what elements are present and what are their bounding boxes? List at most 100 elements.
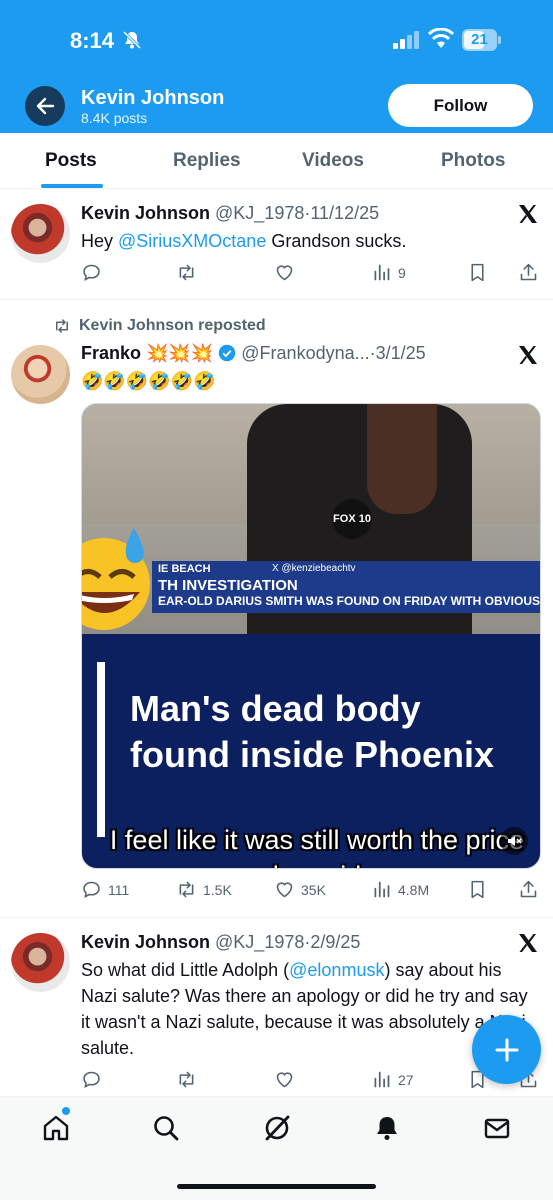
tab-photos[interactable]: Photos (441, 150, 505, 172)
tweet-date[interactable]: 3/1/25 (376, 343, 426, 363)
views-button[interactable]: 9 (371, 262, 406, 283)
share-button[interactable] (518, 262, 545, 283)
bell-icon[interactable] (372, 1113, 402, 1143)
repost-button[interactable] (176, 262, 203, 283)
tweet-video[interactable]: FOX 10 IE BEACH X @kenziebeachtv TH INVE… (81, 403, 541, 869)
view-count: 9 (398, 264, 406, 281)
reply-icon (83, 1071, 100, 1088)
tab-replies[interactable]: Replies (173, 150, 241, 172)
mention-link[interactable]: @SiriusXMOctane (118, 231, 266, 251)
tweet-text: 🤣🤣🤣🤣🤣🤣 (81, 371, 216, 391)
headline-panel: Man's dead body found inside Phoenix I f… (82, 634, 540, 868)
share-button[interactable] (518, 879, 545, 900)
arrow-left-icon (36, 97, 55, 115)
home-icon[interactable] (41, 1113, 71, 1143)
bookmark-button[interactable] (467, 879, 494, 900)
author-name[interactable]: Franko 💥💥💥 (81, 343, 213, 363)
avatar[interactable] (11, 345, 70, 404)
tweet[interactable]: Kevin Johnson @KJ_1978·2/9/25 So what di… (0, 919, 553, 1099)
share-icon (520, 880, 537, 898)
news-lower-third: IE BEACH X @kenziebeachtv TH INVESTIGATI… (152, 561, 541, 613)
avatar[interactable] (11, 933, 70, 992)
mention-link[interactable]: @elonmusk (289, 960, 384, 980)
tweet-date[interactable]: 2/9/25 (310, 932, 360, 952)
banner-title: TH INVESTIGATION (158, 577, 298, 594)
views-button[interactable]: 27 (371, 1069, 414, 1090)
speaker-muted-icon (508, 836, 522, 846)
back-button[interactable] (25, 86, 65, 126)
mail-icon[interactable] (482, 1113, 512, 1143)
battery-indicator: 21 (462, 29, 502, 51)
author-name[interactable]: Kevin Johnson (81, 932, 210, 952)
profile-tabs: Posts Replies Videos Photos (0, 133, 553, 189)
profile-name: Kevin Johnson (81, 87, 225, 109)
notification-dot (62, 1107, 70, 1115)
reply-button[interactable]: 111 (81, 879, 129, 900)
analytics-icon (374, 881, 390, 898)
author-name[interactable]: Kevin Johnson (81, 203, 210, 223)
grok-icon[interactable] (262, 1113, 292, 1143)
bookmark-icon (471, 880, 484, 899)
tweet-author-line: Franko 💥💥💥 @Frankodyna...·3/1/25 (81, 343, 426, 364)
repost-icon (179, 264, 194, 281)
repost-icon (179, 881, 194, 898)
like-button[interactable] (274, 262, 301, 283)
reply-icon (83, 264, 100, 281)
profile-header: 8:14 21 Kevin Johnson 8.4K posts Follow (0, 0, 553, 133)
views-button[interactable]: 4.8M (371, 879, 429, 900)
headline-accent-bar (97, 662, 105, 837)
repost-icon (56, 319, 68, 333)
author-handle[interactable]: @KJ_1978 (215, 932, 304, 952)
active-tab-indicator (41, 184, 103, 188)
heart-icon (276, 882, 293, 898)
video-caption: I feel like it was still worth the price… (109, 825, 525, 868)
banner-ticker: EAR-OLD DARIUS SMITH WAS FOUND ON FRIDAY… (158, 594, 541, 608)
tab-videos[interactable]: Videos (302, 150, 364, 172)
reply-button[interactable] (81, 1069, 108, 1090)
x-logo-icon (519, 205, 537, 223)
tweet-author-line: Kevin Johnson @KJ_1978·2/9/25 (81, 932, 360, 953)
repost-button[interactable]: 1.5K (176, 879, 232, 900)
follow-button[interactable]: Follow (388, 84, 533, 127)
like-button[interactable] (274, 1069, 301, 1090)
tweet-text: So what did Little Adolph (@elonmusk) sa… (81, 960, 528, 1058)
search-icon[interactable] (151, 1113, 181, 1143)
x-logo-icon (519, 934, 537, 952)
banner-handle: X @kenziebeachtv (272, 563, 356, 574)
author-handle[interactable]: @Frankodyna... (241, 343, 369, 363)
reply-button[interactable] (81, 262, 108, 283)
reply-icon (83, 881, 100, 898)
status-time: 8:14 (70, 28, 115, 53)
tab-posts[interactable]: Posts (45, 150, 97, 172)
analytics-icon (374, 1071, 390, 1088)
battery-level: 21 (471, 31, 488, 48)
repost-count: 1.5K (203, 881, 232, 898)
repost-icon (179, 1071, 194, 1088)
like-count: 35K (301, 881, 326, 898)
compose-button[interactable] (472, 1015, 541, 1084)
tweet-actions: 9 (81, 262, 541, 286)
wifi-icon (428, 28, 454, 48)
repost-indicator: Kevin Johnson reposted (53, 317, 266, 335)
tweet-date[interactable]: 11/12/25 (310, 203, 379, 223)
video-reporter-hair (367, 404, 437, 514)
repost-label[interactable]: Kevin Johnson reposted (79, 317, 266, 335)
like-button[interactable]: 35K (274, 879, 326, 900)
view-count: 4.8M (398, 881, 430, 898)
heart-icon (276, 1072, 293, 1088)
profile-post-count: 8.4K posts (81, 110, 148, 126)
cellular-signal-icon (393, 31, 419, 49)
heart-icon (276, 265, 293, 281)
home-indicator (177, 1184, 376, 1189)
avatar[interactable] (11, 204, 70, 263)
sweat-smile-emoji-icon (82, 528, 150, 630)
author-handle[interactable]: @KJ_1978 (215, 203, 304, 223)
tweet-actions: 111 1.5K 35K 4.8M (81, 879, 541, 903)
bookmark-button[interactable] (467, 262, 494, 283)
share-icon (520, 263, 537, 281)
bookmark-icon (471, 263, 484, 282)
repost-button[interactable] (176, 1069, 203, 1090)
tweet[interactable]: Kevin Johnson @KJ_1978·11/12/25 Hey @Sir… (0, 190, 553, 300)
view-count: 27 (398, 1071, 414, 1088)
mute-button[interactable] (500, 827, 528, 855)
